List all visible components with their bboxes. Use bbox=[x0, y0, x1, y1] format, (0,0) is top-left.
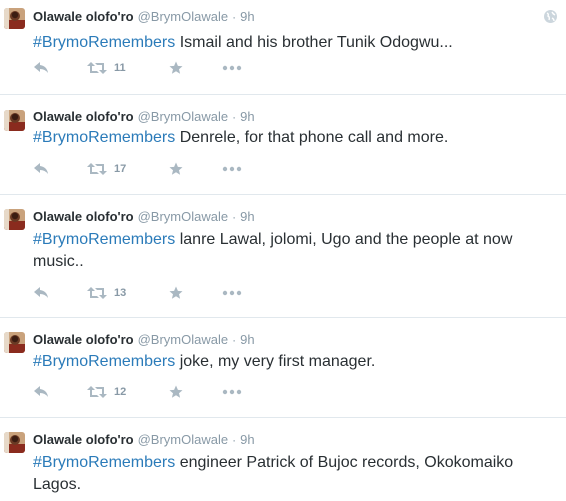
hashtag-link[interactable]: #BrymoRemembers bbox=[33, 34, 175, 51]
retweet-count: 11 bbox=[114, 62, 126, 74]
favorite-icon bbox=[169, 162, 183, 175]
author-name[interactable]: Olawale olofo'ro bbox=[33, 9, 134, 24]
separator: · bbox=[232, 10, 237, 24]
tweet-header: Olawale olofo'ro @BrymOlawale · 9h bbox=[33, 332, 255, 348]
retweet-button[interactable]: 11 bbox=[87, 59, 126, 77]
more-icon bbox=[222, 290, 242, 296]
separator: · bbox=[232, 433, 237, 447]
divider bbox=[0, 94, 566, 95]
tweet-text: #BrymoRemembers engineer Patrick of Bujo… bbox=[33, 452, 553, 496]
retweet-count: 17 bbox=[114, 163, 127, 175]
retweet-button[interactable]: 13 bbox=[87, 284, 126, 302]
author-handle[interactable]: @BrymOlawale bbox=[138, 109, 229, 124]
hashtag-link[interactable]: #BrymoRemembers bbox=[33, 129, 175, 146]
retweet-count: 13 bbox=[114, 287, 127, 299]
tweet-header: Olawale olofo'ro @BrymOlawale · 9h bbox=[33, 432, 255, 448]
more-button[interactable] bbox=[222, 160, 242, 178]
tweet-text: #BrymoRemembers lanre Lawal, jolomi, Ugo… bbox=[33, 229, 553, 273]
retweet-icon bbox=[87, 287, 107, 299]
author-name[interactable]: Olawale olofo'ro bbox=[33, 109, 134, 124]
reply-icon bbox=[34, 287, 48, 298]
avatar[interactable] bbox=[4, 432, 25, 453]
tweet-header: Olawale olofo'ro @BrymOlawale · 9h bbox=[33, 9, 255, 25]
tweet-body: Ismail and his brother Tunik Odogwu... bbox=[175, 34, 453, 51]
favorite-button[interactable] bbox=[169, 160, 183, 178]
timestamp[interactable]: 9h bbox=[240, 209, 254, 224]
reply-button[interactable] bbox=[33, 383, 50, 401]
tweet-text: #BrymoRemembers Denrele, for that phone … bbox=[33, 127, 553, 149]
timestamp[interactable]: 9h bbox=[240, 332, 254, 347]
reply-button[interactable] bbox=[33, 59, 50, 77]
more-icon bbox=[222, 166, 242, 172]
more-button[interactable] bbox=[222, 383, 242, 401]
reply-button[interactable] bbox=[33, 284, 50, 302]
separator: · bbox=[232, 210, 237, 224]
retweet-count: 12 bbox=[114, 386, 127, 398]
separator: · bbox=[232, 333, 237, 347]
favorite-button[interactable] bbox=[169, 284, 183, 302]
hashtag-link[interactable]: #BrymoRemembers bbox=[33, 353, 175, 370]
avatar[interactable] bbox=[4, 110, 25, 131]
favorite-icon bbox=[169, 61, 183, 74]
divider bbox=[0, 194, 566, 195]
more-icon bbox=[222, 389, 242, 395]
more-button[interactable] bbox=[222, 284, 242, 302]
avatar[interactable] bbox=[4, 209, 25, 230]
favorite-button[interactable] bbox=[169, 59, 183, 77]
separator: · bbox=[232, 110, 237, 124]
divider bbox=[0, 417, 566, 418]
author-name[interactable]: Olawale olofo'ro bbox=[33, 432, 134, 447]
timestamp[interactable]: 9h bbox=[240, 109, 254, 124]
globe-icon[interactable] bbox=[543, 9, 558, 24]
more-button[interactable] bbox=[222, 59, 242, 77]
reply-button[interactable] bbox=[33, 160, 50, 178]
tweet-header: Olawale olofo'ro @BrymOlawale · 9h bbox=[33, 109, 255, 125]
timestamp[interactable]: 9h bbox=[240, 9, 254, 24]
tweet-body: Denrele, for that phone call and more. bbox=[175, 129, 449, 146]
author-handle[interactable]: @BrymOlawale bbox=[138, 209, 229, 224]
retweet-icon bbox=[87, 386, 107, 398]
author-name[interactable]: Olawale olofo'ro bbox=[33, 209, 134, 224]
favorite-button[interactable] bbox=[169, 383, 183, 401]
tweet-text: #BrymoRemembers joke, my very first mana… bbox=[33, 351, 553, 373]
retweet-icon bbox=[87, 62, 107, 74]
avatar[interactable] bbox=[4, 8, 25, 29]
author-handle[interactable]: @BrymOlawale bbox=[138, 332, 229, 347]
timestamp[interactable]: 9h bbox=[240, 432, 254, 447]
reply-icon bbox=[34, 163, 48, 174]
retweet-icon bbox=[87, 163, 107, 175]
hashtag-link[interactable]: #BrymoRemembers bbox=[33, 454, 175, 471]
avatar[interactable] bbox=[4, 332, 25, 353]
reply-icon bbox=[34, 386, 48, 397]
favorite-icon bbox=[169, 286, 183, 299]
more-icon bbox=[222, 65, 242, 71]
author-handle[interactable]: @BrymOlawale bbox=[138, 432, 229, 447]
author-name[interactable]: Olawale olofo'ro bbox=[33, 332, 134, 347]
tweet-body: joke, my very first manager. bbox=[175, 353, 376, 370]
tweet-header: Olawale olofo'ro @BrymOlawale · 9h bbox=[33, 209, 255, 225]
retweet-button[interactable]: 12 bbox=[87, 383, 126, 401]
author-handle[interactable]: @BrymOlawale bbox=[138, 9, 229, 24]
reply-icon bbox=[34, 62, 48, 73]
retweet-button[interactable]: 17 bbox=[87, 160, 126, 178]
hashtag-link[interactable]: #BrymoRemembers bbox=[33, 231, 175, 248]
favorite-icon bbox=[169, 385, 183, 398]
divider bbox=[0, 317, 566, 318]
tweet-text: #BrymoRemembers Ismail and his brother T… bbox=[33, 32, 553, 54]
